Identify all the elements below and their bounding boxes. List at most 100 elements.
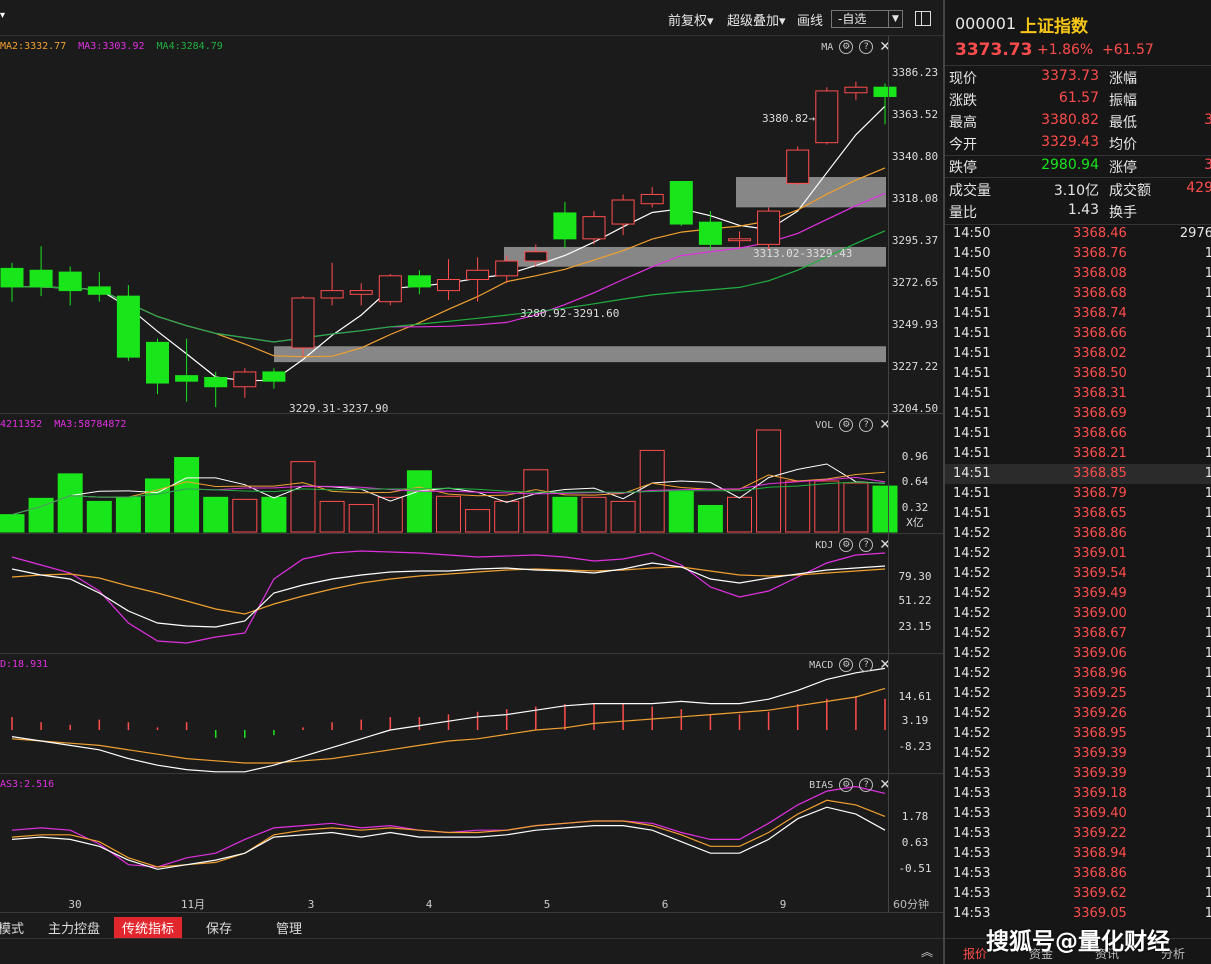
indicator-name[interactable]: MA: [821, 42, 833, 53]
close-icon[interactable]: ✕: [879, 777, 891, 793]
chevron-up-icon[interactable]: ︽: [921, 943, 933, 960]
tick-row[interactable]: 14:53 3369.22 1: [945, 824, 1211, 844]
tick-volume: 1: [1205, 906, 1211, 921]
tick-row[interactable]: 14:51 3368.79 1: [945, 484, 1211, 504]
help-icon[interactable]: ?: [859, 778, 874, 792]
indicator-name[interactable]: BIAS: [809, 780, 833, 791]
vol-ma3: MA3:58784872: [54, 419, 127, 430]
kdj-chart[interactable]: 79.30 51.22 23.15: [0, 534, 943, 654]
stock-code: 000001: [955, 14, 1017, 33]
tick-row[interactable]: 14:52 3369.06 1: [945, 644, 1211, 664]
tick-price: 3368.66: [1073, 426, 1127, 441]
tab-mode[interactable]: 模式: [0, 917, 32, 938]
settings-gear-icon[interactable]: ⚙: [839, 418, 854, 432]
tab-manage[interactable]: 管理: [268, 917, 310, 938]
tick-row[interactable]: 14:53 3368.94 1: [945, 844, 1211, 864]
tick-row[interactable]: 14:53 3368.86 1: [945, 864, 1211, 884]
help-icon[interactable]: ?: [859, 658, 874, 672]
tick-time: 14:52: [953, 706, 991, 721]
tick-time: 14:53: [953, 826, 991, 841]
indicator-name[interactable]: MACD: [809, 660, 833, 671]
adjust-mode-dropdown[interactable]: 前复权▾: [668, 10, 714, 29]
tick-row[interactable]: 14:52 3369.01 1: [945, 544, 1211, 564]
tab-save[interactable]: 保存: [198, 917, 240, 938]
tick-row[interactable]: 14:52 3368.67 1: [945, 624, 1211, 644]
settings-gear-icon[interactable]: ⚙: [839, 40, 854, 54]
help-icon[interactable]: ?: [859, 418, 874, 432]
tick-row[interactable]: 14:51 3368.31 1: [945, 384, 1211, 404]
tick-row[interactable]: 14:52 3369.54 1: [945, 564, 1211, 584]
volume-chart[interactable]: 0.96 0.64 0.32 X亿: [0, 414, 943, 534]
tick-row[interactable]: 14:51 3368.74 1: [945, 304, 1211, 324]
tick-row[interactable]: 14:52 3369.39 1: [945, 744, 1211, 764]
help-icon[interactable]: ?: [859, 538, 874, 552]
tick-price: 3369.62: [1073, 886, 1127, 901]
candle-body: [146, 341, 169, 384]
volume-bar: [668, 490, 694, 533]
tick-list[interactable]: 14:50 3368.46 2976 14:50 3368.76 1 14:50 3368.0…: [945, 224, 1211, 924]
tick-row[interactable]: 14:52 3368.95 1: [945, 724, 1211, 744]
tick-row[interactable]: 14:53 3369.62 1: [945, 884, 1211, 904]
stat-row: 成交量 3.10亿 成交额 429: [945, 180, 1211, 202]
tick-price: 3368.94: [1073, 846, 1127, 861]
divider: [945, 177, 1211, 178]
candlestick-chart[interactable]: 3380.82→←3209.913229.31-3237.903280.92-3…: [0, 36, 943, 414]
high-annotation: 3380.82→: [762, 112, 815, 125]
macd-chart[interactable]: 14.61 3.19 -8.23: [0, 654, 943, 774]
tab-main-control[interactable]: 主力控盘: [40, 917, 108, 938]
time-unit-label[interactable]: 60分钟: [893, 896, 929, 912]
tick-row[interactable]: 14:50 3368.76 1: [945, 244, 1211, 264]
stat-row: 现价 3373.73 涨幅: [945, 68, 1211, 90]
watchlist-select[interactable]: -自选 ▼: [831, 10, 903, 28]
tick-row[interactable]: 14:53 3369.40 1: [945, 804, 1211, 824]
tick-row[interactable]: 14:51 3368.21 1: [945, 444, 1211, 464]
tick-row[interactable]: 14:50 3368.46 2976: [945, 224, 1211, 244]
indicator-name[interactable]: KDJ: [815, 540, 833, 551]
overlay-dropdown[interactable]: 超级叠加▾: [727, 10, 786, 29]
tick-row[interactable]: 14:52 3369.00 1: [945, 604, 1211, 624]
stat-value: 3329.43: [1041, 134, 1099, 150]
collapse-arrow-icon[interactable]: ▾: [0, 10, 5, 21]
close-icon[interactable]: ✕: [879, 417, 891, 433]
tick-row[interactable]: 14:51 3368.65 1: [945, 504, 1211, 524]
tick-row[interactable]: 14:51 3368.02 1: [945, 344, 1211, 364]
price-chart-pane[interactable]: 3380.82→←3209.913229.31-3237.903280.92-3…: [0, 36, 943, 414]
settings-gear-icon[interactable]: ⚙: [839, 778, 854, 792]
chevron-down-icon[interactable]: ▼: [888, 11, 902, 27]
tick-row[interactable]: 14:52 3369.26 1: [945, 704, 1211, 724]
stock-name[interactable]: 上证指数: [1020, 12, 1088, 37]
tick-row[interactable]: 14:52 3369.49 1: [945, 584, 1211, 604]
tick-row[interactable]: 14:51 3368.69 1: [945, 404, 1211, 424]
stat-value: 3: [1204, 157, 1211, 173]
macd-pane[interactable]: 14.61 3.19 -8.23 D:18.931 MACD ⚙ ? ✕: [0, 654, 943, 774]
tick-row[interactable]: 14:53 3369.05 1: [945, 904, 1211, 924]
volume-pane[interactable]: 0.96 0.64 0.32 X亿 4211352 MA3:58784872 VOL …: [0, 414, 943, 534]
tab-quote[interactable]: 报价: [963, 945, 987, 962]
tick-row[interactable]: 14:51 3368.50 1: [945, 364, 1211, 384]
bias-chart[interactable]: 1.78 0.63 -0.51 30 11月 3 4 5 6 9: [0, 774, 943, 912]
layout-toggle-icon[interactable]: [915, 11, 931, 26]
y-tick-label: 3204.50: [892, 402, 938, 414]
close-icon[interactable]: ✕: [879, 39, 891, 55]
bias-pane[interactable]: 1.78 0.63 -0.51 30 11月 3 4 5 6 9 AS3:2.516 BIAS ⚙…: [0, 774, 943, 912]
indicator-name[interactable]: VOL: [815, 420, 833, 431]
candle-body: [524, 251, 548, 262]
tick-row[interactable]: 14:52 3368.96 1: [945, 664, 1211, 684]
tick-row[interactable]: 14:50 3368.08 1: [945, 264, 1211, 284]
tick-row[interactable]: 14:53 3369.39 1: [945, 764, 1211, 784]
help-icon[interactable]: ?: [859, 40, 874, 54]
tab-traditional-indicators[interactable]: 传统指标: [114, 917, 183, 938]
settings-gear-icon[interactable]: ⚙: [839, 538, 854, 552]
tick-row[interactable]: 14:51 3368.68 1: [945, 284, 1211, 304]
tick-row[interactable]: 14:51 3368.66 1: [945, 424, 1211, 444]
close-icon[interactable]: ✕: [879, 657, 891, 673]
tick-row[interactable]: 14:51 3368.85 1: [945, 464, 1211, 484]
tick-row[interactable]: 14:51 3368.66 1: [945, 324, 1211, 344]
close-icon[interactable]: ✕: [879, 537, 891, 553]
settings-gear-icon[interactable]: ⚙: [839, 658, 854, 672]
kdj-pane[interactable]: 79.30 51.22 23.15 KDJ ⚙ ? ✕: [0, 534, 943, 654]
tick-row[interactable]: 14:53 3369.18 1: [945, 784, 1211, 804]
tick-row[interactable]: 14:52 3368.86 1: [945, 524, 1211, 544]
tick-row[interactable]: 14:52 3369.25 1: [945, 684, 1211, 704]
draw-line-button[interactable]: 画线: [797, 10, 823, 29]
